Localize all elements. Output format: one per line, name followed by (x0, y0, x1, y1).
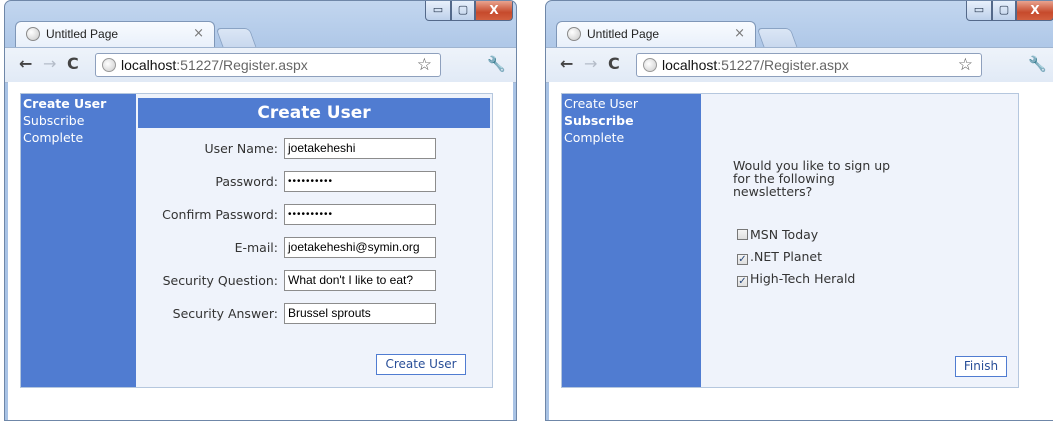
security-answer-input[interactable]: Brussel sprouts (284, 303, 436, 324)
browser-tab[interactable]: Untitled Page × (556, 21, 756, 47)
browser-toolbar: ← → C localhost:51227/Register.aspx ☆ 🔧 (5, 47, 516, 83)
wizard-content: Would you like to sign up for the follow… (701, 94, 1018, 387)
user-name-row: User Name: joetakeheshi (136, 138, 436, 160)
page-viewport: Create User Subscribe Complete Would you… (549, 82, 1053, 420)
email-row: E-mail: joetakeheshi@symin.org (136, 237, 436, 259)
wrench-menu-icon[interactable]: 🔧 (1028, 55, 1047, 73)
browser-window-create-user: ▭ ▢ X Untitled Page × ← → C localhost:51… (4, 0, 517, 421)
password-input[interactable]: •••••••••• (284, 171, 436, 192)
option-label: High-Tech Herald (750, 271, 856, 286)
password-label: Password: (215, 174, 278, 189)
url-host: localhost (121, 57, 177, 73)
security-answer-row: Security Answer: Brussel sprouts (136, 303, 436, 325)
url-text: localhost:51227/Register.aspx (662, 57, 849, 73)
confirm-password-row: Confirm Password: •••••••••• (136, 204, 436, 226)
checkbox-msn-today[interactable] (737, 229, 748, 240)
email-input[interactable]: joetakeheshi@symin.org (284, 237, 436, 258)
browser-toolbar: ← → C localhost:51227/Register.aspx ☆ 🔧 (546, 47, 1053, 83)
confirm-password-label: Confirm Password: (162, 207, 278, 222)
new-tab-button[interactable] (756, 28, 798, 47)
page-favicon-icon (26, 27, 40, 41)
tab-close-icon[interactable]: × (734, 26, 745, 41)
option-label: MSN Today (750, 227, 819, 242)
browser-window-subscribe: ▭ ▢ X Untitled Page × ← → C localhost:51… (545, 0, 1053, 421)
security-question-label: Security Question: (162, 273, 278, 288)
back-arrow-icon[interactable]: ← (19, 55, 32, 73)
create-user-button[interactable]: Create User (376, 354, 466, 375)
reload-icon[interactable]: C (608, 55, 620, 73)
address-bar[interactable]: localhost:51227/Register.aspx ☆ (636, 53, 982, 77)
sidebar-step-complete[interactable]: Complete (21, 129, 136, 146)
wizard-panel: Create User Subscribe Complete Create Us… (20, 93, 493, 388)
wrench-menu-icon[interactable]: 🔧 (487, 55, 506, 73)
checkbox-high-tech-herald[interactable]: ✓ (737, 276, 748, 287)
sidebar-step-subscribe[interactable]: Subscribe (21, 112, 136, 129)
new-tab-button[interactable] (215, 28, 257, 47)
wizard-panel: Create User Subscribe Complete Would you… (561, 93, 1019, 388)
close-icon: X (489, 3, 499, 17)
user-name-input[interactable]: joetakeheshi (284, 138, 436, 159)
checkmark-icon: ✓ (738, 254, 747, 265)
forward-arrow-icon[interactable]: → (584, 55, 597, 73)
address-bar[interactable]: localhost:51227/Register.aspx ☆ (95, 53, 441, 77)
maximize-button[interactable]: ▢ (992, 1, 1016, 21)
url-path: :51227/Register.aspx (717, 57, 849, 73)
reload-icon[interactable]: C (67, 55, 79, 73)
security-question-input[interactable]: What don't I like to eat? (284, 270, 436, 291)
security-answer-label: Security Answer: (172, 306, 278, 321)
tab-title: Untitled Page (587, 27, 660, 41)
minimize-button[interactable]: ▭ (966, 1, 992, 21)
email-label: E-mail: (234, 240, 278, 255)
close-window-button[interactable]: X (475, 1, 513, 21)
close-window-button[interactable]: X (1016, 1, 1053, 21)
minimize-icon: ▭ (973, 3, 985, 16)
option-label: .NET Planet (750, 249, 823, 264)
minimize-icon: ▭ (432, 3, 444, 16)
question-line: newsletters? (733, 184, 813, 199)
wizard-sidebar: Create User Subscribe Complete (21, 94, 136, 387)
sidebar-step-create-user[interactable]: Create User (21, 95, 136, 112)
page-viewport: Create User Subscribe Complete Create Us… (8, 82, 513, 420)
bookmark-star-icon[interactable]: ☆ (958, 55, 973, 75)
newsletter-option-msn-today[interactable]: MSN Today (737, 227, 818, 243)
page-info-icon[interactable] (643, 58, 657, 72)
wizard-sidebar: Create User Subscribe Complete (562, 94, 701, 387)
url-path: :51227/Register.aspx (176, 57, 308, 73)
maximize-button[interactable]: ▢ (451, 1, 475, 21)
checkmark-icon: ✓ (738, 276, 747, 287)
sidebar-step-subscribe[interactable]: Subscribe (562, 112, 701, 129)
close-icon: X (1030, 3, 1040, 17)
newsletter-option-high-tech-herald[interactable]: ✓ High-Tech Herald (737, 271, 855, 287)
password-row: Password: •••••••••• (136, 171, 436, 193)
sidebar-step-complete[interactable]: Complete (562, 129, 701, 146)
back-arrow-icon[interactable]: ← (560, 55, 573, 73)
url-host: localhost (662, 57, 718, 73)
tab-title: Untitled Page (46, 27, 119, 41)
confirm-password-input[interactable]: •••••••••• (284, 204, 436, 225)
tab-close-icon[interactable]: × (193, 26, 204, 41)
user-name-label: User Name: (204, 141, 278, 156)
maximize-icon: ▢ (998, 3, 1010, 16)
page-info-icon[interactable] (102, 58, 116, 72)
bookmark-star-icon[interactable]: ☆ (417, 55, 432, 75)
create-user-title: Create User (138, 98, 490, 128)
browser-tab[interactable]: Untitled Page × (15, 21, 215, 47)
newsletter-option-net-planet[interactable]: ✓ .NET Planet (737, 249, 822, 265)
checkbox-net-planet[interactable]: ✓ (737, 254, 748, 265)
wizard-content: Create User User Name: joetakeheshi Pass… (136, 94, 492, 387)
minimize-button[interactable]: ▭ (425, 1, 451, 21)
sidebar-step-create-user[interactable]: Create User (562, 95, 701, 112)
page-favicon-icon (567, 27, 581, 41)
finish-button[interactable]: Finish (955, 356, 1007, 377)
maximize-icon: ▢ (457, 3, 469, 16)
newsletter-question: Would you like to sign up for the follow… (733, 159, 913, 198)
forward-arrow-icon[interactable]: → (43, 55, 56, 73)
url-text: localhost:51227/Register.aspx (121, 57, 308, 73)
security-question-row: Security Question: What don't I like to … (136, 270, 436, 292)
